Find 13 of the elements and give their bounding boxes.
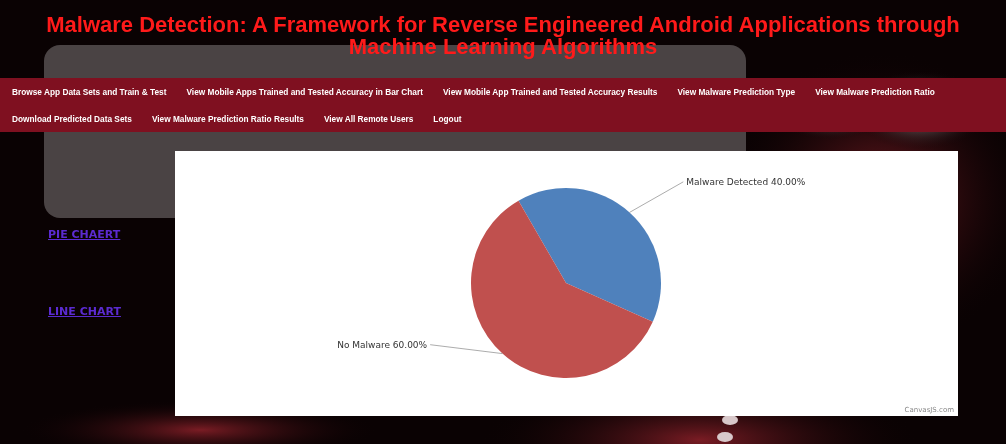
nav-link[interactable]: View Malware Prediction Ratio Results	[151, 113, 304, 124]
nav-link[interactable]: View Mobile App Trained and Tested Accuracy Results	[443, 86, 658, 97]
leader-line	[629, 181, 684, 213]
nav-link[interactable]: Logout	[433, 113, 462, 124]
nav-link[interactable]: View Malware Prediction Ratio	[815, 86, 935, 97]
nav-link[interactable]: View All Remote Users	[323, 113, 414, 124]
nav-link[interactable]: View Mobile Apps Trained and Tested Accuracy in Bar Chart	[186, 86, 423, 97]
data-label: No Malware 60.00%	[337, 339, 428, 350]
nav-link[interactable]: Download Predicted Data Sets	[12, 113, 132, 124]
data-label: Malware Detected 40.00%	[686, 176, 806, 187]
nav-link[interactable]: Browse App Data Sets and Train & Test	[12, 86, 167, 97]
nav-link[interactable]: View Malware Prediction Type	[677, 86, 796, 97]
page-title: Malware Detection: A Framework for Reverse Engineered Android Applications through Machine Learning Algorithms	[45, 14, 961, 58]
